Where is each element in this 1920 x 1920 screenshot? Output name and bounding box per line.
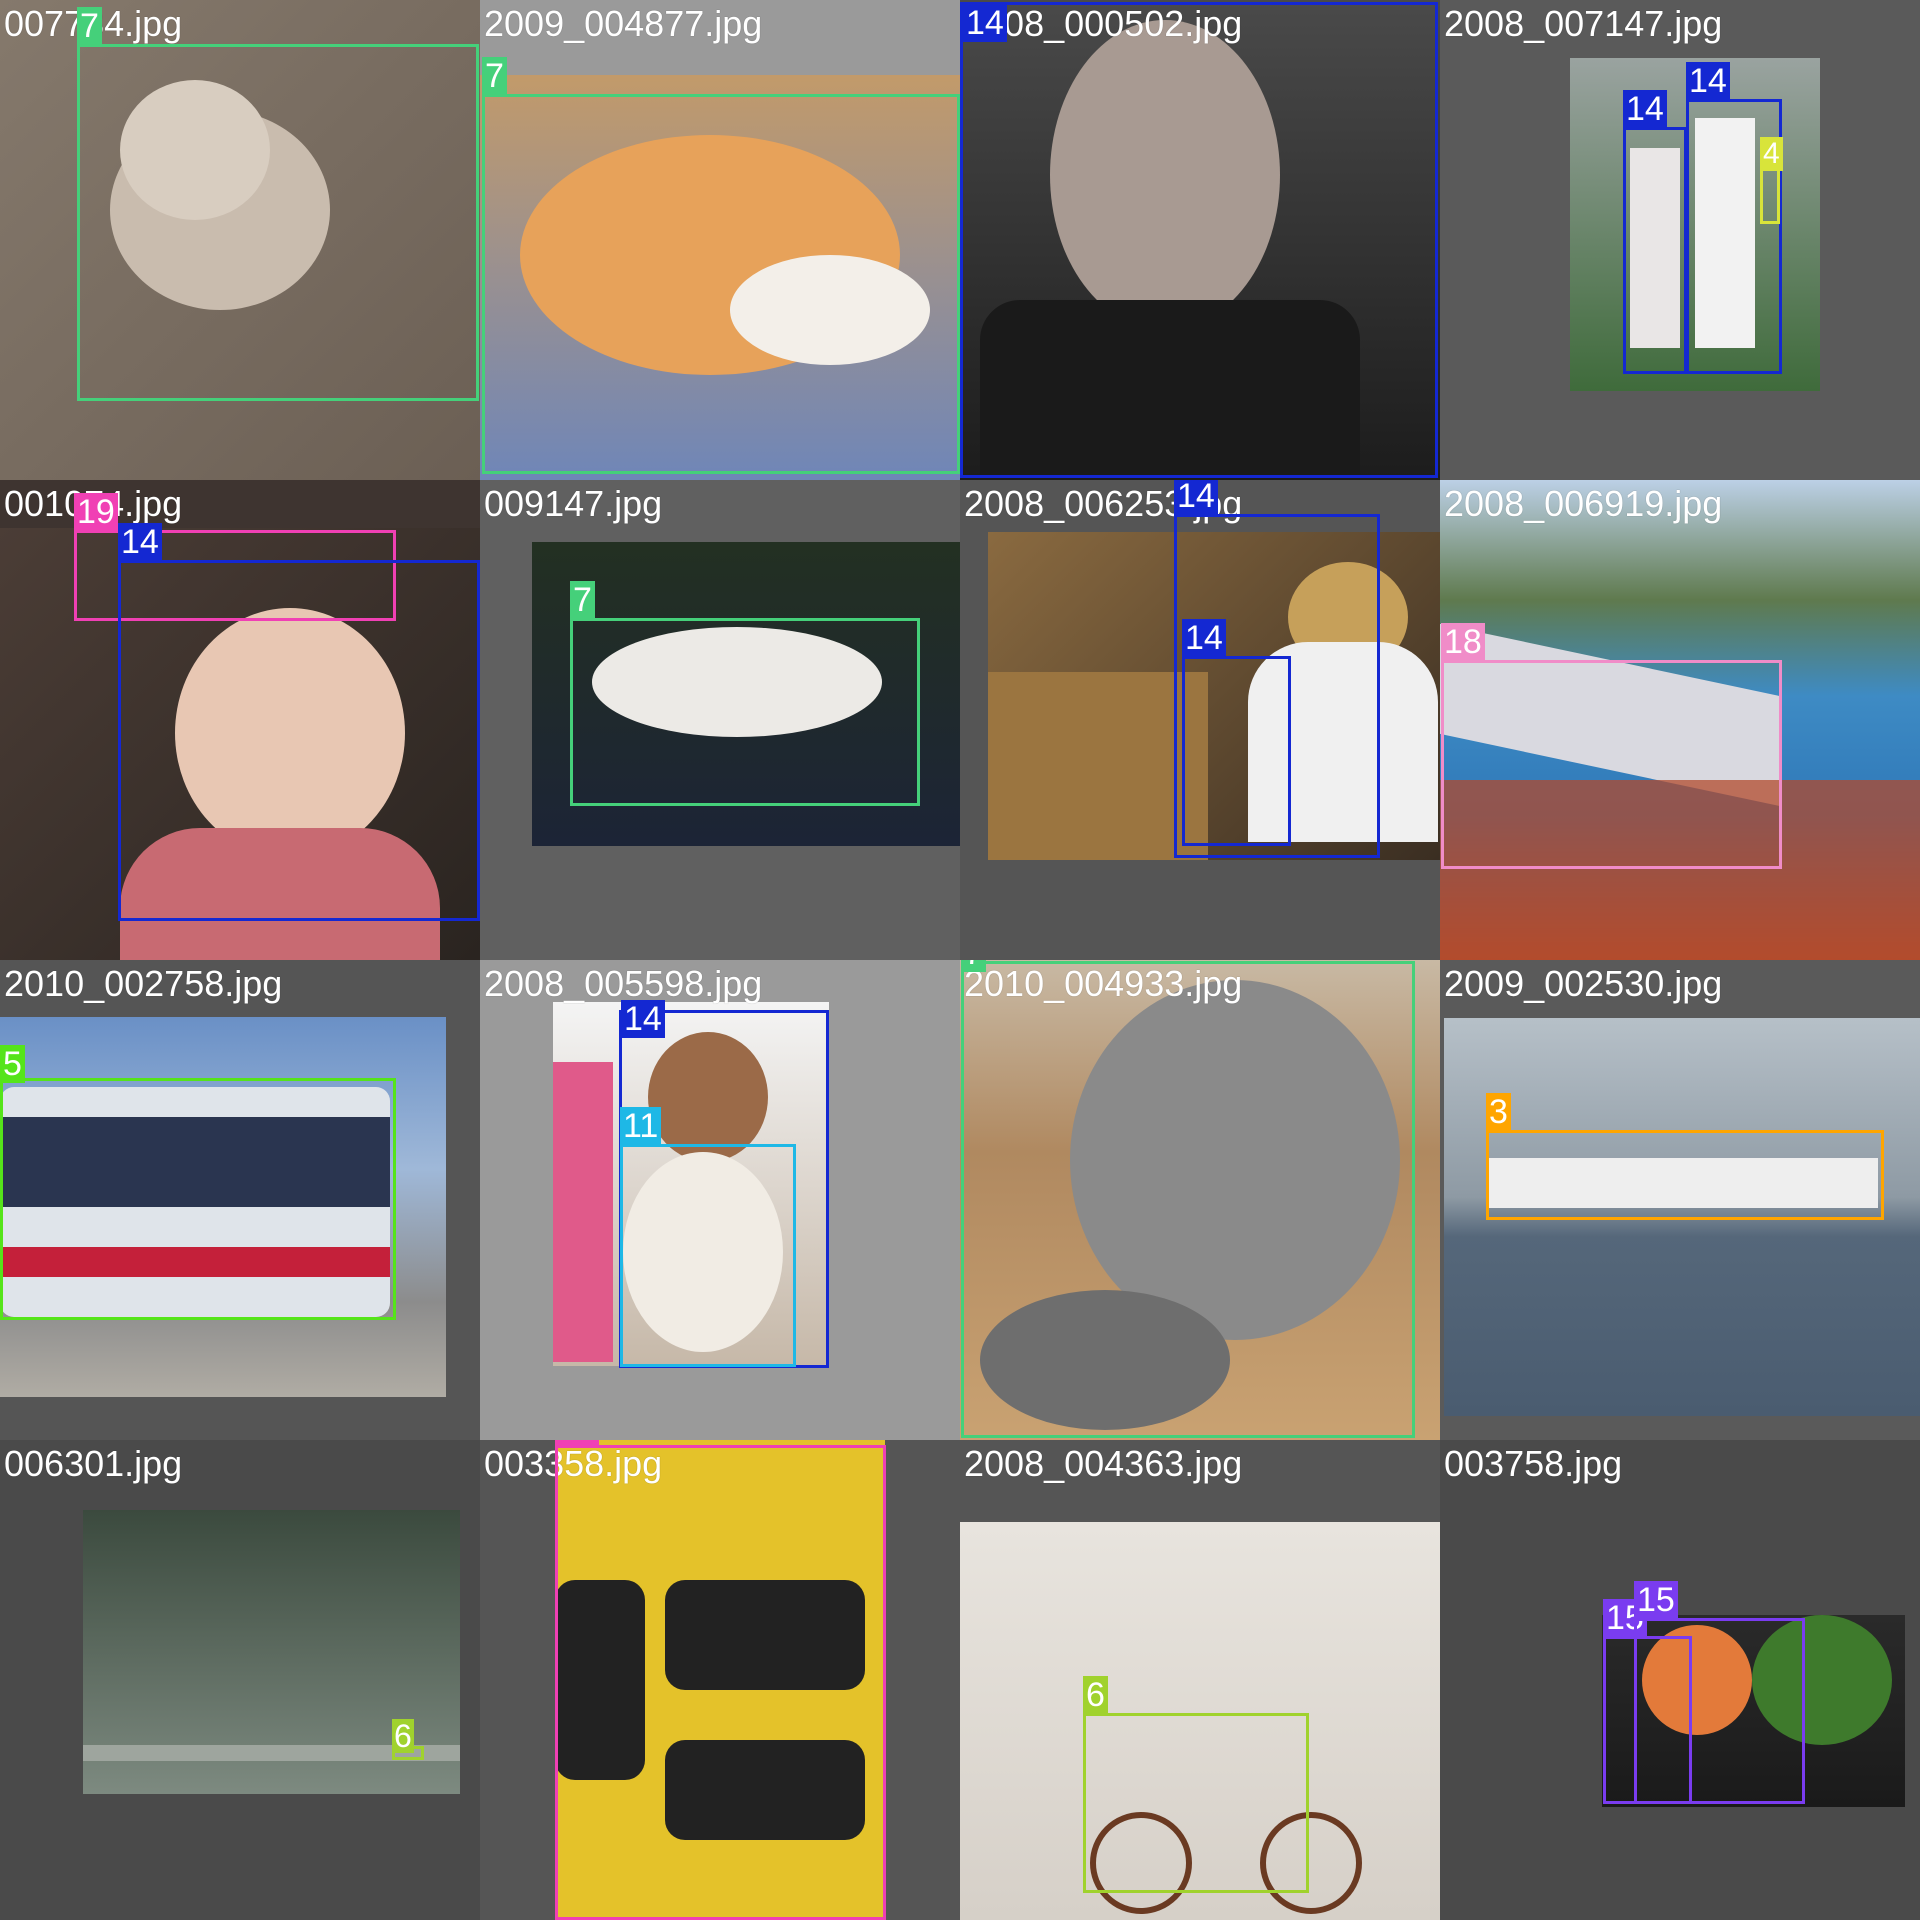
bbox: 7 [961,960,1415,1438]
class-label: 7 [482,57,507,95]
bbox: 14 [960,2,1438,478]
tile-15: 2008_004363.jpg 6 [960,1440,1440,1920]
class-label: 14 [118,523,162,561]
filename-label: 2008_005598.jpg [484,963,763,1004]
class-label: 6 [392,1718,414,1754]
bbox: 14 [1623,90,1687,374]
class-label: 5 [0,1045,25,1083]
filename-label: 006301.jpg [4,1443,183,1484]
bbox: 7 [482,57,960,474]
class-label: 14 [1686,62,1730,100]
tile-14: 003358.jpg 19 [480,1440,960,1920]
bbox: 18 [1441,623,1782,869]
bbox: 6 [1083,1676,1309,1893]
bbox: 14 [1182,619,1291,846]
filename-label: 2008_004363.jpg [964,1443,1243,1484]
class-label: 7 [961,960,986,972]
filename-label: 2008_006919.jpg [1444,483,1723,524]
tile-13: 006301.jpg 6 [0,1440,480,1920]
class-label: 14 [1623,90,1667,128]
image-mosaic: 007734.jpg 7 2009_004877.jpg 7 2008_0005… [0,0,1920,1920]
class-label: 11 [620,1107,662,1145]
tile-2: 2009_004877.jpg 7 [480,0,960,480]
class-label: 14 [621,1000,665,1038]
tile-11: 2010_004933.jpg 7 [960,960,1440,1440]
bbox: 5 [0,1045,396,1320]
tile-8: 2008_006919.jpg 18 [1440,480,1920,960]
filename-label: 2010_002758.jpg [4,963,283,1004]
class-label: 3 [1486,1093,1511,1131]
tile-7: 2008_006253.jpg 14 14 [960,480,1440,960]
bbox: 3 [1486,1093,1884,1220]
bbox: 4 [1760,137,1783,224]
class-label: 14 [1174,480,1218,515]
tile-6: 009147.jpg 7 [480,480,960,960]
filename-label: 2009_004877.jpg [484,3,763,44]
tile-3: 2008_000502.jpg 14 [960,0,1440,480]
filename-label: 2008_007147.jpg [1444,3,1723,44]
tile-10: 2008_005598.jpg 14 11 [480,960,960,1440]
tile-9: 2010_002758.jpg 5 [0,960,480,1440]
class-label: 19 [555,1440,599,1446]
class-label: 19 [74,493,118,531]
class-label: 15 [1634,1581,1678,1619]
bbox: 7 [570,581,920,806]
filename-label: 003758.jpg [1444,1443,1623,1484]
tile-12: 2009_002530.jpg 3 [1440,960,1920,1440]
class-label: 14 [1182,619,1226,657]
class-label: 6 [1083,1676,1108,1714]
tile-16: 003758.jpg 15 15 [1440,1440,1920,1920]
filename-label: 009147.jpg [484,483,663,524]
bbox: 15 [1634,1581,1805,1804]
bbox: 14 [118,523,480,921]
filename-label: 2009_002530.jpg [1444,963,1723,1004]
class-label: 7 [570,581,595,619]
class-label: 4 [1760,137,1783,171]
tile-4: 2008_007147.jpg 14 14 4 [1440,0,1920,480]
bbox: 19 [555,1440,886,1920]
tile-1: 007734.jpg 7 [0,0,480,480]
bbox: 6 [392,1719,424,1760]
tile-5: 001074.jpg 19 14 [0,480,480,960]
class-label: 14 [963,4,1007,42]
class-label: 7 [77,7,102,45]
class-label: 18 [1441,623,1485,661]
bbox: 7 [77,7,479,401]
bbox: 11 [620,1107,796,1367]
